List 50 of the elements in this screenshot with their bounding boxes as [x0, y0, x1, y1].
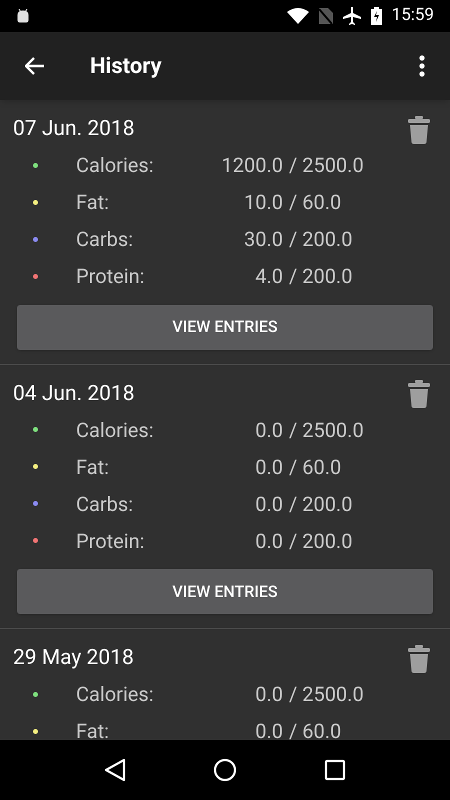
battery-icon	[370, 7, 382, 25]
nutrient-amount: 10.0	[244, 189, 283, 216]
trash-icon[interactable]	[408, 116, 430, 144]
home-nav-icon[interactable]	[212, 758, 237, 782]
nutrient-label: Fat:	[76, 190, 109, 214]
nutrient-amount: 0.0	[255, 416, 283, 444]
view-entries-button[interactable]: VIEW ENTRIES	[17, 569, 433, 614]
recents-nav-icon[interactable]	[324, 759, 346, 781]
nutrient-label: Fat:	[76, 719, 109, 740]
nutrient-goal: / 200.0	[289, 226, 352, 253]
date-heading: 04 Jun. 2018	[13, 380, 135, 408]
nutrient-goal: / 200.0	[289, 528, 352, 554]
nutrient-label: Calories:	[76, 153, 154, 177]
nutrient-goal: / 200.0	[289, 490, 352, 518]
more-icon	[419, 55, 425, 77]
nutrient-label: Fat:	[76, 454, 109, 478]
nutrient-amount: 0.0	[255, 454, 283, 480]
screen-title: History	[90, 52, 162, 80]
nutrient-goal: / 2500.0	[289, 416, 364, 444]
back-arrow-icon	[25, 57, 45, 75]
nutrient-goal: / 200.0	[289, 263, 352, 290]
nutrient-amount: 0.0	[255, 528, 283, 554]
android-icon	[16, 9, 30, 23]
back-nav-icon[interactable]	[104, 758, 126, 782]
nutrient-amount: 1200.0	[222, 152, 283, 179]
nutrient-label: Carbs:	[76, 492, 134, 516]
nutrient-goal: / 60.0	[289, 454, 342, 480]
view-entries-button[interactable]: VIEW ENTRIES	[17, 304, 433, 350]
nutrient-label: Protein:	[76, 264, 145, 288]
nutrient-amount: 4.0	[255, 263, 283, 290]
trash-icon[interactable]	[408, 380, 430, 408]
nutrient-amount: 30.0	[244, 226, 283, 253]
nutrient-label: Calories:	[76, 682, 154, 706]
nutrient-goal: / 2500.0	[289, 681, 364, 708]
wifi-icon	[286, 8, 309, 24]
nutrient-label: Protein:	[76, 528, 145, 552]
airplane-icon	[342, 7, 361, 25]
nutrient-label: Calories:	[76, 418, 154, 442]
status-time: 15:59	[392, 4, 434, 28]
trash-icon[interactable]	[408, 644, 430, 673]
nutrient-goal: / 60.0	[289, 189, 342, 216]
nutrient-amount: 0.0	[255, 490, 283, 518]
nutrient-amount: 0.0	[255, 681, 283, 708]
date-heading: 29 May 2018	[13, 645, 134, 672]
nutrient-goal: / 2500.0	[289, 152, 364, 179]
nutrient-label: Carbs:	[76, 227, 134, 251]
no-sim-icon	[318, 8, 333, 24]
date-heading: 07 Jun. 2018	[13, 116, 135, 143]
nutrient-amount: 0.0	[255, 718, 283, 740]
nutrient-goal: / 60.0	[289, 718, 342, 740]
